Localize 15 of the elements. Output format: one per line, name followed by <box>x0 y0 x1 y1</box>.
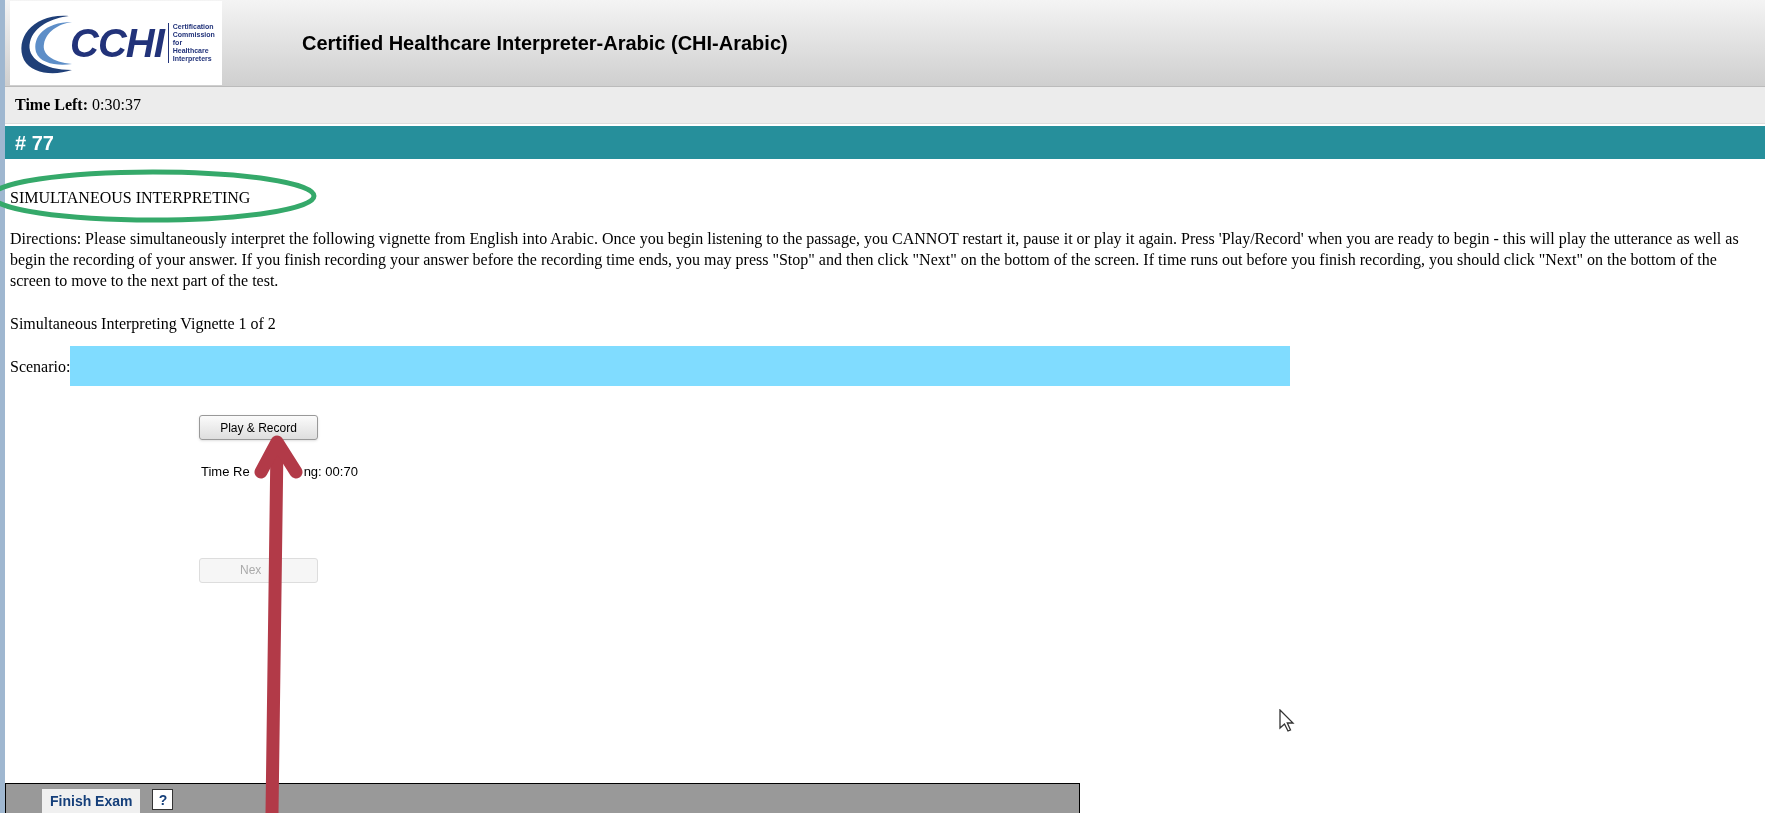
play-record-button[interactable]: Play & Record <box>199 415 318 440</box>
time-remaining-text: ng: 00:70 <box>303 463 358 481</box>
vignette-label: Simultaneous Interpreting Vignette 1 of 2 <box>10 314 276 334</box>
time-remaining-text: Time Re <box>201 463 250 481</box>
section-title: SIMULTANEOUS INTERPRETING <box>10 188 251 208</box>
timer-value: 0:30:37 <box>92 95 141 115</box>
timer-label: Time Left: <box>15 95 88 115</box>
directions-text: Directions: Please simultaneously interpret the following vignette from English into Arabic. Once you begin listening to the passage, you CANNOT restart it, pause it or play it again. Press 'Play/Record' when you are ready to begin - this will play the utterance as well as begin the recording of your answer. If you finish recording your answer before the recording time ends, you may press "Stop" and then click "Next" on the bottom of the screen. If time runs out before you finish recording, you should click "Next" on the bottom of the screen to move to the next part of the test. <box>10 229 1740 291</box>
logo-text: CCHI <box>70 23 164 63</box>
help-button[interactable]: ? <box>152 789 174 810</box>
scenario-label: Scenario: <box>10 356 71 377</box>
question-number: # 77 <box>15 130 54 156</box>
cursor-icon <box>1279 709 1297 733</box>
finish-exam-button[interactable]: Finish Exam <box>42 789 141 813</box>
exam-title: Certified Healthcare Interpreter-Arabic (CHI-Arabic) <box>302 31 788 56</box>
